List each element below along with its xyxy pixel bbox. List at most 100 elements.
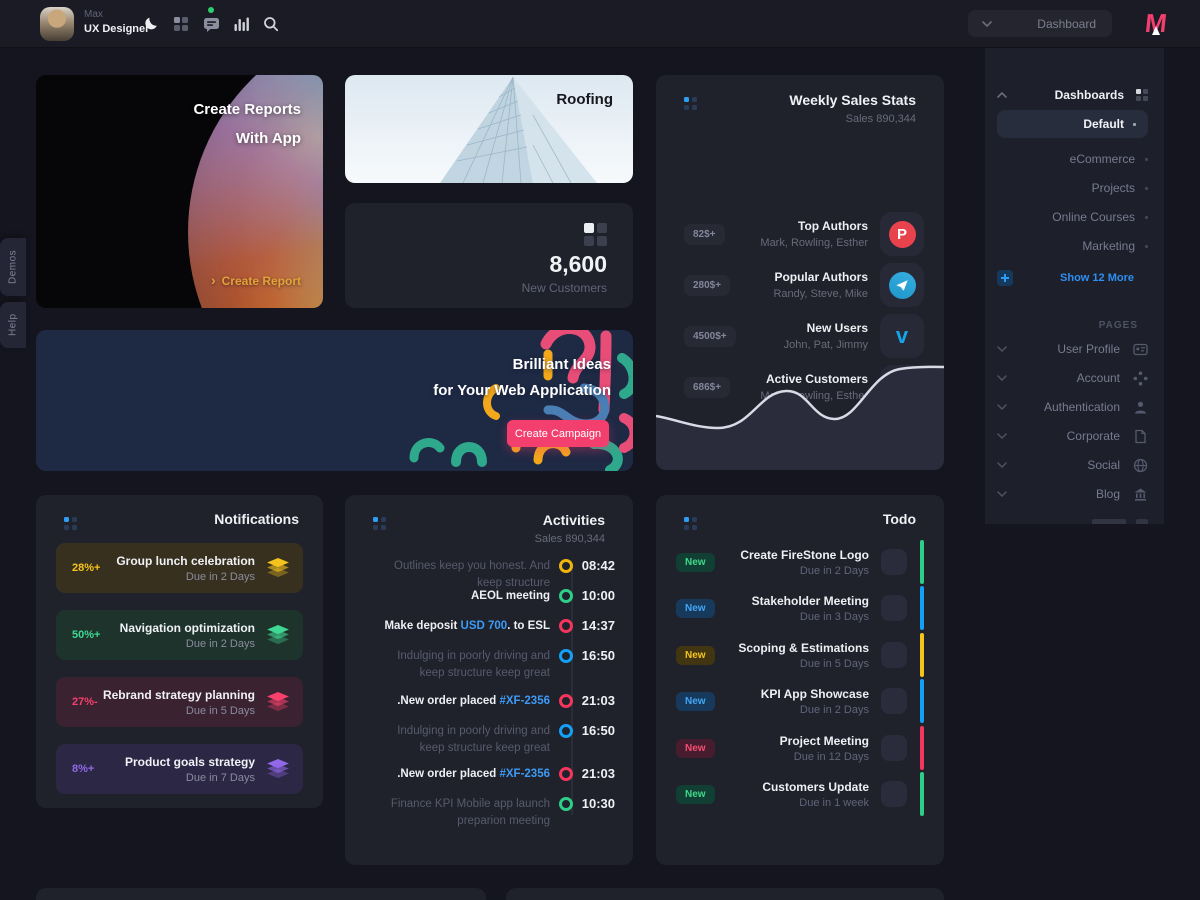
dashboards-section-header[interactable]: Dashboards [997, 84, 1148, 106]
timeline-marker [559, 559, 573, 573]
todo-checkbox[interactable] [881, 688, 907, 714]
activity-item[interactable]: Indulging in poorly driving and keep str… [371, 723, 615, 757]
bank-icon [1132, 487, 1148, 502]
brand-logo[interactable]: M [1140, 9, 1172, 39]
chevron-down-icon [997, 346, 1007, 352]
weekly-stat-row[interactable]: 4500$+ New Users John, Pat, Jimmy v [676, 314, 924, 358]
help-tab[interactable]: Help [0, 302, 26, 348]
sidebar-item-marketing[interactable]: Marketing [997, 235, 1148, 257]
activity-item[interactable]: AEOL meeting 10:00 [371, 588, 615, 605]
sidebar-item-default[interactable]: Default [997, 110, 1148, 138]
vimeo-icon: v [896, 325, 908, 347]
notifications-card: Notifications 28%+ Group lunch celebrati… [36, 495, 323, 808]
avatar[interactable] [40, 7, 74, 41]
grid-icon [584, 223, 607, 246]
notification-item[interactable]: 27%- Rebrand strategy planning Due in 5 … [56, 677, 303, 727]
activity-item[interactable]: .New order placed #XF-2356 21:03 [371, 693, 615, 710]
todo-item-title: Stakeholder Meeting [715, 594, 869, 608]
drag-handle-dots-icon[interactable] [373, 517, 386, 530]
timeline-marker [559, 649, 573, 663]
drag-handle-dots-icon[interactable] [64, 517, 77, 530]
sidebar-item-account[interactable]: Account [997, 367, 1148, 389]
todo-item[interactable]: New Stakeholder Meeting Due in 3 Days [676, 586, 924, 630]
layers-icon [267, 625, 289, 645]
todo-checkbox[interactable] [881, 781, 907, 807]
sidebar-item-blog[interactable]: Blog [997, 483, 1148, 505]
drag-handle-dots-icon[interactable] [684, 97, 697, 110]
percent-badge: 50%+ [72, 629, 100, 641]
telegram-icon [889, 272, 916, 299]
sidebar-item-social[interactable]: Social [997, 454, 1148, 476]
todo-checkbox[interactable] [881, 595, 907, 621]
create-campaign-button[interactable]: Create Campaign [507, 420, 609, 447]
todo-item-title: Create FireStone Logo [715, 548, 869, 562]
activities-subtitle: Sales 890,344 [535, 533, 605, 545]
activity-time: 08:42 [579, 558, 615, 573]
apps-grid-icon[interactable] [170, 14, 192, 34]
new-customers-card[interactable]: 8,600 New Customers [345, 203, 633, 308]
notification-title: Product goals strategy [94, 755, 255, 769]
todo-item[interactable]: New Create FireStone Logo Due in 2 Days [676, 540, 924, 584]
chevron-down-icon [997, 433, 1007, 439]
priority-bar [920, 772, 924, 816]
todo-item-title: Customers Update [715, 780, 869, 794]
notification-due: Due in 7 Days [94, 772, 255, 784]
todo-item-due: Due in 2 Days [715, 565, 869, 577]
sidebar-item-ecommerce[interactable]: eCommerce [997, 148, 1148, 170]
timeline-marker [559, 797, 573, 811]
activity-time: 21:03 [579, 766, 615, 781]
sidebar-item-user-profile[interactable]: User Profile [997, 338, 1148, 360]
todo-checkbox[interactable] [881, 549, 907, 575]
notification-title: Rebrand strategy planning [98, 688, 255, 702]
dashboard-select[interactable]: Dashboard [968, 10, 1112, 37]
layers-icon [267, 759, 289, 779]
notification-item[interactable]: 28%+ Group lunch celebration Due in 2 Da… [56, 543, 303, 593]
roofing-card[interactable]: Roofing [345, 75, 633, 183]
customers-value: 8,600 [549, 251, 607, 278]
sidebar-item-projects[interactable]: Projects [997, 177, 1148, 199]
priority-bar [920, 679, 924, 723]
activity-item[interactable]: Outlines keep you honest. And keep struc… [371, 558, 615, 592]
drag-handle-dots-icon[interactable] [684, 517, 697, 530]
activity-item[interactable]: Indulging in poorly driving and keep str… [371, 648, 615, 682]
demos-tab[interactable]: Demos [0, 238, 26, 296]
activity-item[interactable]: Finance KPI Mobile app launch preparion … [371, 796, 615, 830]
new-badge: New [676, 785, 715, 804]
hero-title-line2: With App [193, 124, 301, 153]
show-more-button[interactable]: Show 12 More [997, 267, 1148, 289]
activity-item[interactable]: .New order placed #XF-2356 21:03 [371, 766, 615, 783]
campaign-banner-card: Brilliant Ideas for Your Web Application… [36, 330, 633, 471]
todo-item[interactable]: New KPI App Showcase Due in 2 Days [676, 679, 924, 723]
stats-bars-icon[interactable] [230, 14, 252, 34]
sidebar-item-corporate[interactable]: Corporate [997, 425, 1148, 447]
layers-icon [267, 692, 289, 712]
moon-icon[interactable] [140, 14, 162, 34]
search-icon[interactable] [260, 14, 282, 34]
notification-item[interactable]: 8%+ Product goals strategy Due in 7 Days [56, 744, 303, 794]
create-report-link[interactable]: ›Create Report [211, 272, 301, 288]
new-badge: New [676, 692, 715, 711]
partial-card [36, 888, 486, 900]
chat-icon[interactable] [200, 14, 222, 34]
notification-title: Group lunch celebration [100, 554, 255, 568]
sidebar-item-online-courses[interactable]: Online Courses [997, 206, 1148, 228]
plus-square-icon [997, 270, 1013, 286]
todo-item[interactable]: New Customers Update Due in 1 week [676, 772, 924, 816]
weekly-stat-row[interactable]: 82$+ Top Authors Mark, Rowling, Esther P [676, 212, 924, 256]
todo-item-due: Due in 3 Days [715, 611, 869, 623]
chevron-down-icon [997, 375, 1007, 381]
todo-item[interactable]: New Scoping & Estimations Due in 5 Days [676, 633, 924, 677]
amount-badge: 280$+ [684, 275, 730, 296]
activity-item[interactable]: Make deposit USD 700. to ESL 14:37 [371, 618, 615, 635]
todo-checkbox[interactable] [881, 735, 907, 761]
sidebar-item-authentication[interactable]: Authentication [997, 396, 1148, 418]
stat-title: Popular Authors [730, 270, 868, 284]
todo-item-due: Due in 1 week [715, 797, 869, 809]
todo-item[interactable]: New Project Meeting Due in 12 Days [676, 726, 924, 770]
activity-time: 16:50 [579, 723, 615, 738]
activity-time: 21:03 [579, 693, 615, 708]
todo-checkbox[interactable] [881, 642, 907, 668]
customers-label: New Customers [522, 281, 607, 295]
notification-item[interactable]: 50%+ Navigation optimization Due in 2 Da… [56, 610, 303, 660]
weekly-stat-row[interactable]: 280$+ Popular Authors Randy, Steve, Mike [676, 263, 924, 307]
